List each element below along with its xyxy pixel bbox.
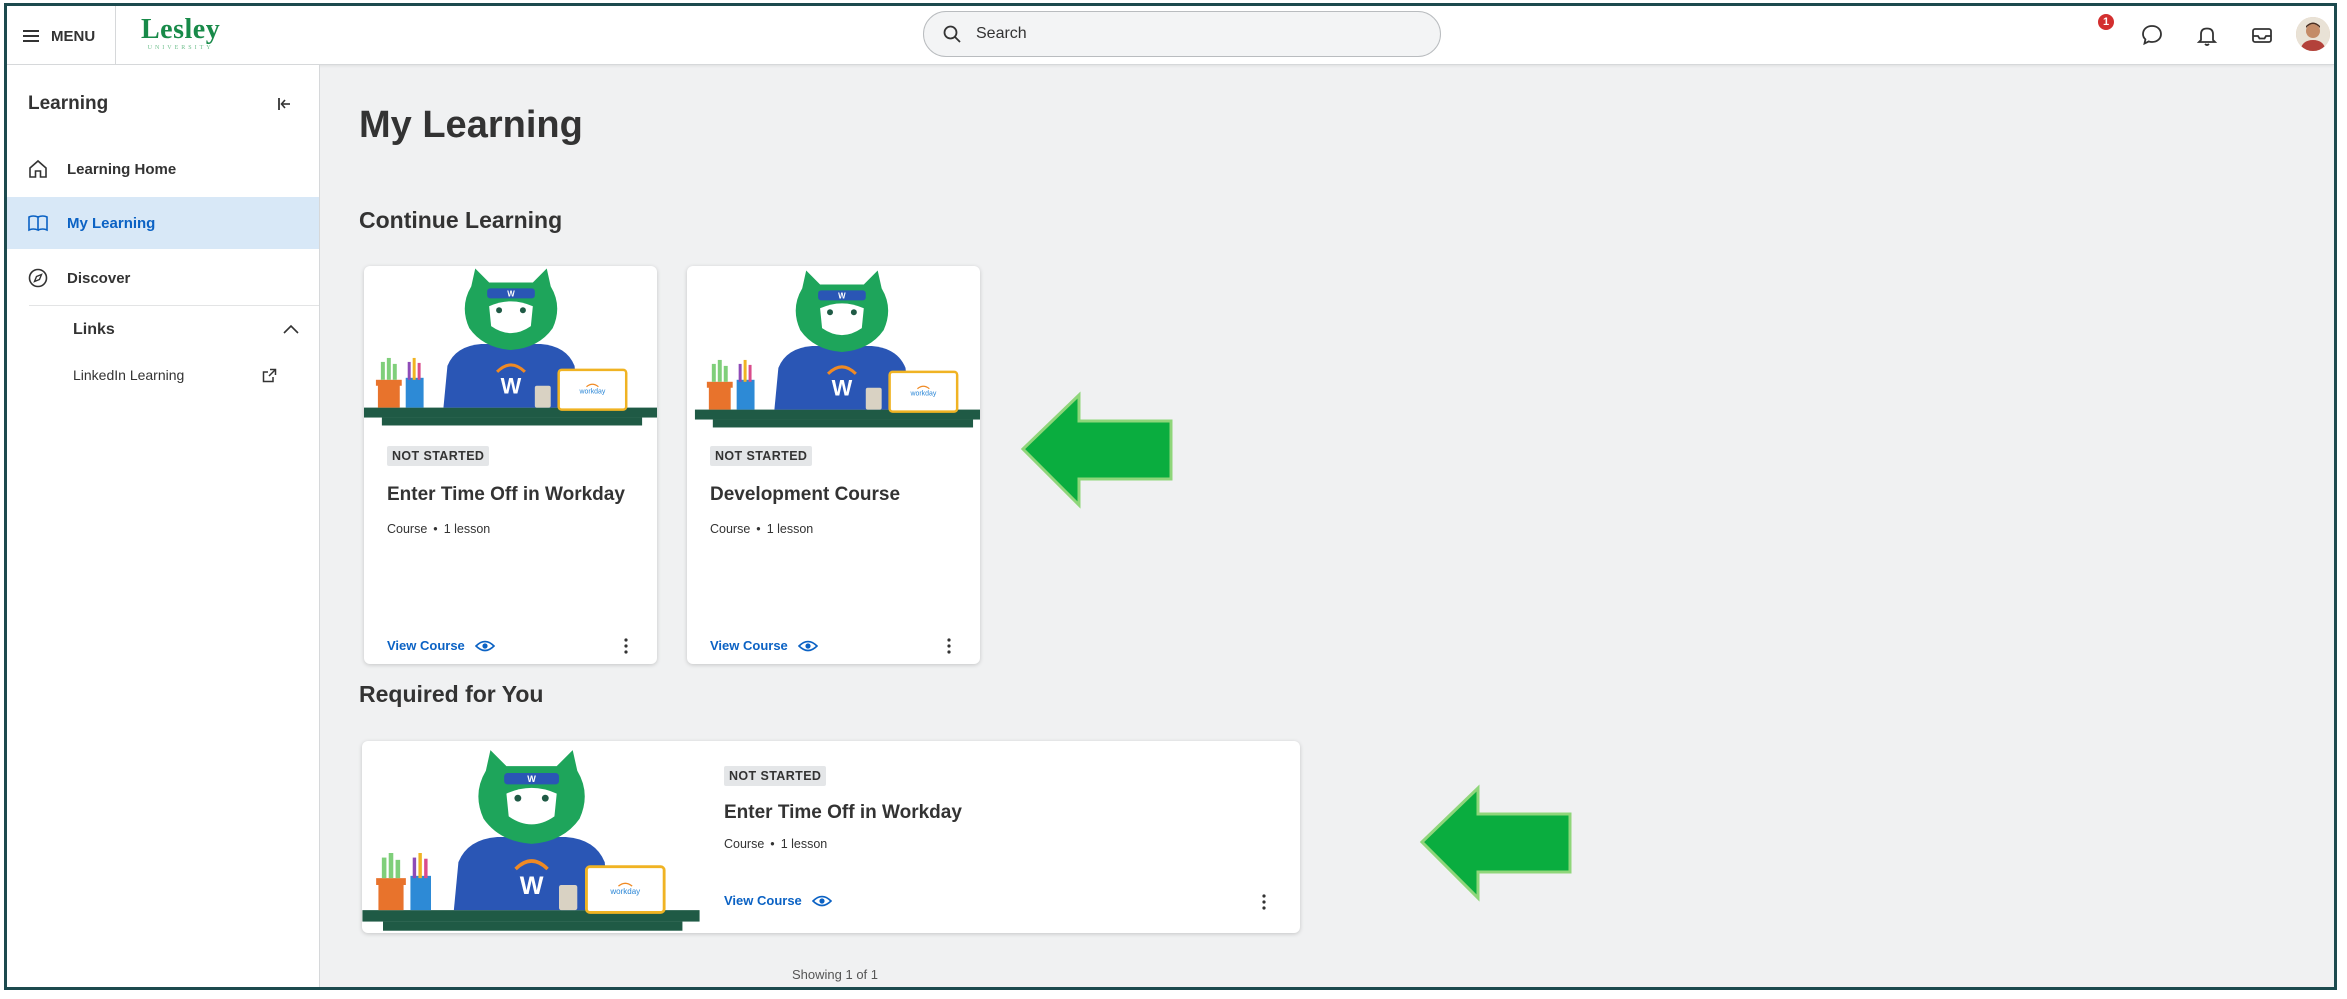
user-avatar[interactable] bbox=[2296, 17, 2330, 51]
sidebar-item-label: Discover bbox=[67, 269, 131, 287]
chevron-up-icon[interactable] bbox=[281, 320, 301, 340]
course-lessons: 1 lesson bbox=[766, 522, 814, 536]
course-thumbnail bbox=[693, 269, 980, 429]
eye-icon bbox=[474, 640, 495, 651]
meta-separator: • bbox=[433, 522, 438, 536]
menu-button[interactable]: MENU bbox=[21, 16, 95, 56]
pagination-status: Showing 1 of 1 bbox=[792, 967, 879, 982]
sidebar-item-label: Learning Home bbox=[67, 160, 177, 178]
course-card-wide[interactable]: NOT STARTED Enter Time Off in Workday Co… bbox=[362, 741, 1300, 933]
view-course-label: View Course bbox=[387, 638, 465, 653]
search-input[interactable] bbox=[974, 24, 1398, 44]
course-lessons: 1 lesson bbox=[780, 837, 828, 851]
course-type: Course bbox=[710, 522, 751, 536]
course-meta: Course • 1 lesson bbox=[710, 522, 813, 536]
more-options-icon[interactable] bbox=[937, 634, 961, 658]
status-badge: NOT STARTED bbox=[710, 446, 813, 466]
links-section-title: Links bbox=[73, 321, 115, 338]
course-title[interactable]: Enter Time Off in Workday bbox=[387, 484, 625, 506]
sidebar-title: Learning bbox=[28, 93, 109, 114]
course-thumbnail bbox=[364, 267, 657, 427]
page-title: My Learning bbox=[359, 104, 583, 146]
course-type: Course bbox=[724, 837, 765, 851]
sidebar-divider bbox=[29, 305, 319, 306]
view-course-link[interactable]: View Course bbox=[710, 638, 818, 653]
more-options-icon[interactable] bbox=[614, 634, 638, 658]
required-for-you-title: Required for You bbox=[359, 681, 544, 707]
course-title[interactable]: Enter Time Off in Workday bbox=[724, 802, 962, 824]
book-icon bbox=[28, 215, 48, 232]
compass-icon bbox=[28, 268, 48, 288]
search-icon bbox=[943, 25, 961, 43]
course-card[interactable]: NOT STARTED Enter Time Off in Workday Co… bbox=[364, 266, 657, 664]
app-window: MENU Lesley UNIVERSITY 1 Learning bbox=[4, 3, 2337, 990]
eye-icon bbox=[811, 895, 832, 906]
course-lessons: 1 lesson bbox=[443, 522, 491, 536]
sidebar: Learning Learning Home My Learning Disco… bbox=[7, 65, 320, 987]
inbox-icon[interactable] bbox=[2247, 20, 2277, 50]
course-thumbnail bbox=[362, 748, 700, 933]
linkedin-learning-link[interactable]: LinkedIn Learning bbox=[73, 367, 184, 383]
status-badge: NOT STARTED bbox=[724, 766, 827, 786]
sidebar-item-my-learning[interactable]: My Learning bbox=[7, 197, 319, 249]
course-type: Course bbox=[387, 522, 428, 536]
continue-learning-title: Continue Learning bbox=[359, 207, 563, 233]
view-course-link[interactable]: View Course bbox=[387, 638, 495, 653]
annotation-arrow-left bbox=[1419, 784, 1572, 902]
lesley-logo[interactable]: Lesley UNIVERSITY bbox=[141, 14, 221, 52]
course-title[interactable]: Development Course bbox=[710, 484, 900, 506]
notifications-icon[interactable] bbox=[2192, 20, 2222, 50]
topbar-divider bbox=[115, 6, 116, 64]
annotation-arrow-left bbox=[1020, 391, 1173, 509]
external-link-icon[interactable] bbox=[261, 367, 278, 384]
course-meta: Course • 1 lesson bbox=[724, 837, 827, 851]
menu-label: MENU bbox=[51, 27, 96, 45]
sidebar-item-learning-home[interactable]: Learning Home bbox=[7, 143, 319, 195]
status-badge: NOT STARTED bbox=[387, 446, 490, 466]
view-course-link[interactable]: View Course bbox=[724, 893, 832, 908]
more-options-icon[interactable] bbox=[1252, 890, 1276, 914]
top-bar: MENU Lesley UNIVERSITY bbox=[7, 6, 2334, 65]
search-bar[interactable] bbox=[923, 11, 1441, 57]
chat-icon[interactable] bbox=[2137, 20, 2167, 50]
view-course-label: View Course bbox=[710, 638, 788, 653]
eye-icon bbox=[797, 640, 818, 651]
sidebar-item-label: My Learning bbox=[67, 214, 156, 232]
logo-subtext: UNIVERSITY bbox=[147, 45, 214, 51]
view-course-label: View Course bbox=[724, 893, 802, 908]
collapse-sidebar-icon[interactable] bbox=[273, 93, 295, 115]
home-icon bbox=[29, 159, 47, 178]
notification-badge: 1 bbox=[2096, 12, 2116, 32]
logo-text: Lesley bbox=[141, 14, 221, 45]
sidebar-item-discover[interactable]: Discover bbox=[7, 252, 319, 304]
meta-separator: • bbox=[756, 522, 761, 536]
hamburger-icon bbox=[23, 30, 39, 42]
course-meta: Course • 1 lesson bbox=[387, 522, 490, 536]
course-card[interactable]: NOT STARTED Development Course Course • 1 … bbox=[687, 266, 980, 664]
meta-separator: • bbox=[770, 837, 775, 851]
